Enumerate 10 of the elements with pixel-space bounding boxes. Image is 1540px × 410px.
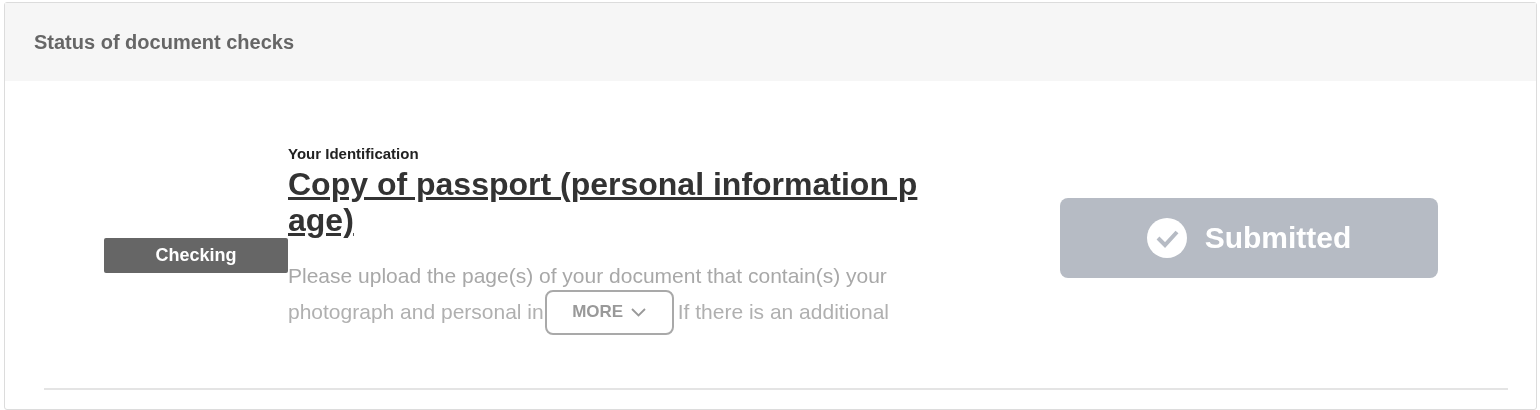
document-title-link[interactable]: Copy of passport (personal information p age) [288,166,918,238]
description-text: photograph and personal in [288,300,544,324]
document-category: Your Identification [288,145,420,162]
description-text: Please upload the page(s) of your document that contain(s) your [288,263,888,289]
check-circle-icon [1146,217,1187,258]
description-text: If there is an additional [677,300,889,324]
more-button[interactable]: MORE [544,289,674,335]
chevron-down-icon [631,307,647,317]
status-badge: Checking [104,237,288,273]
panel-title: Status of document checks [34,30,295,54]
